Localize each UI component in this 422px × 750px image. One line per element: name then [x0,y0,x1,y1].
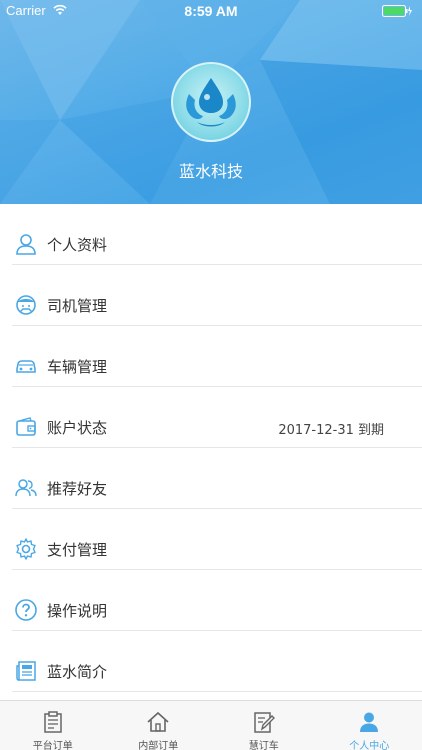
menu-item-label: 个人资料 [47,236,108,254]
help-icon [15,599,37,621]
menu-item-profile[interactable]: 个人资料 [0,204,422,265]
menu-item-refer-friends[interactable]: 推荐好友 [0,448,422,509]
settings-menu: 个人资料 司机管理 车辆管理 账户状态 2017-12-31 到期 推荐好友 支… [0,204,422,692]
menu-item-instructions[interactable]: 操作说明 [0,570,422,631]
tab-label: 平台订单 [32,741,73,750]
tab-label: 内部订单 [138,741,179,750]
user-icon [16,234,36,255]
friends-icon [15,479,37,497]
tab-bar: 平台订单 内部订单 慧订车 个人中心 [0,700,422,750]
profile-header: Carrier 8:59 AM 蓝水科技 [0,0,422,204]
tab-internal-orders[interactable]: 内部订单 [106,701,212,750]
edit-document-icon [254,712,275,733]
status-time: 8:59 AM [184,3,238,19]
battery-icon [382,5,412,17]
menu-item-account-status[interactable]: 账户状态 2017-12-31 到期 [0,387,422,448]
menu-item-payment[interactable]: 支付管理 [0,509,422,570]
tab-personal-center[interactable]: 个人中心 [317,701,422,750]
menu-item-label: 推荐好友 [47,480,108,498]
menu-item-vehicles[interactable]: 车辆管理 [0,326,422,387]
newspaper-icon [16,661,36,681]
tab-label: 个人中心 [349,741,390,750]
menu-item-label: 操作说明 [47,602,108,620]
menu-item-label: 车辆管理 [47,358,108,376]
menu-item-label: 司机管理 [47,297,108,315]
divider [12,691,422,692]
tab-smart-booking[interactable]: 慧订车 [211,701,317,750]
company-name: 蓝水科技 [178,162,243,181]
tab-platform-orders[interactable]: 平台订单 [0,701,106,750]
status-bar: Carrier 8:59 AM [0,0,422,22]
menu-item-drivers[interactable]: 司机管理 [0,265,422,326]
menu-item-label: 蓝水简介 [47,663,108,681]
clipboard-icon [44,711,62,733]
water-drop-logo [186,78,236,127]
avatar[interactable] [171,62,251,142]
driver-icon [16,295,36,315]
person-icon [360,712,379,732]
tab-label: 慧订车 [248,741,279,750]
menu-item-label: 支付管理 [47,541,108,559]
gear-icon [16,538,36,560]
home-icon [147,711,169,732]
menu-item-label: 账户状态 [47,419,108,437]
wallet-icon [16,417,36,436]
account-expiry-value: 2017-12-31 到期 [278,423,384,438]
menu-item-about[interactable]: 蓝水简介 [0,631,422,692]
car-icon [16,360,36,373]
